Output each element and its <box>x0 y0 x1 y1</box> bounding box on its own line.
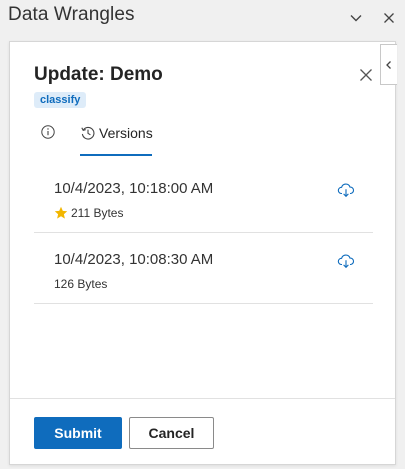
star-icon <box>54 206 68 219</box>
version-row: 10/4/2023, 10:08:30 AM 126 Bytes <box>34 233 373 304</box>
close-icon[interactable] <box>380 9 398 27</box>
version-size: 211 Bytes <box>54 206 123 220</box>
version-size: 126 Bytes <box>54 277 107 291</box>
dialog-title: Update: Demo <box>34 64 163 85</box>
dialog-close-icon[interactable] <box>357 66 375 84</box>
info-icon <box>41 125 55 139</box>
version-row: 10/4/2023, 10:18:00 AM 211 Bytes <box>34 162 373 233</box>
window-header: Data Wrangles <box>0 0 405 36</box>
app-title: Data Wrangles <box>8 4 135 25</box>
history-icon <box>81 126 95 140</box>
version-size-label: 126 Bytes <box>54 277 108 291</box>
tab-versions-label: Versions <box>99 125 153 141</box>
panel-collapse-button[interactable] <box>380 44 397 85</box>
submit-button[interactable]: Submit <box>34 417 122 449</box>
tag-badge: classify <box>34 92 87 108</box>
cancel-button[interactable]: Cancel <box>129 417 214 449</box>
tab-versions[interactable]: Versions <box>80 124 153 156</box>
update-panel: Update: Demo classify Versions 10/4/2023… <box>9 41 396 465</box>
active-tab-indicator <box>80 154 152 156</box>
version-date: 10/4/2023, 10:18:00 AM <box>54 180 214 197</box>
version-date: 10/4/2023, 10:08:30 AM <box>54 251 214 268</box>
tab-info[interactable] <box>40 124 56 140</box>
cloud-download-icon[interactable] <box>337 181 355 199</box>
version-size-label: 211 Bytes <box>71 206 124 220</box>
cloud-download-icon[interactable] <box>337 252 355 270</box>
chevron-down-icon[interactable] <box>347 9 365 27</box>
chevron-left-icon <box>386 60 391 69</box>
footer-divider <box>10 398 395 399</box>
